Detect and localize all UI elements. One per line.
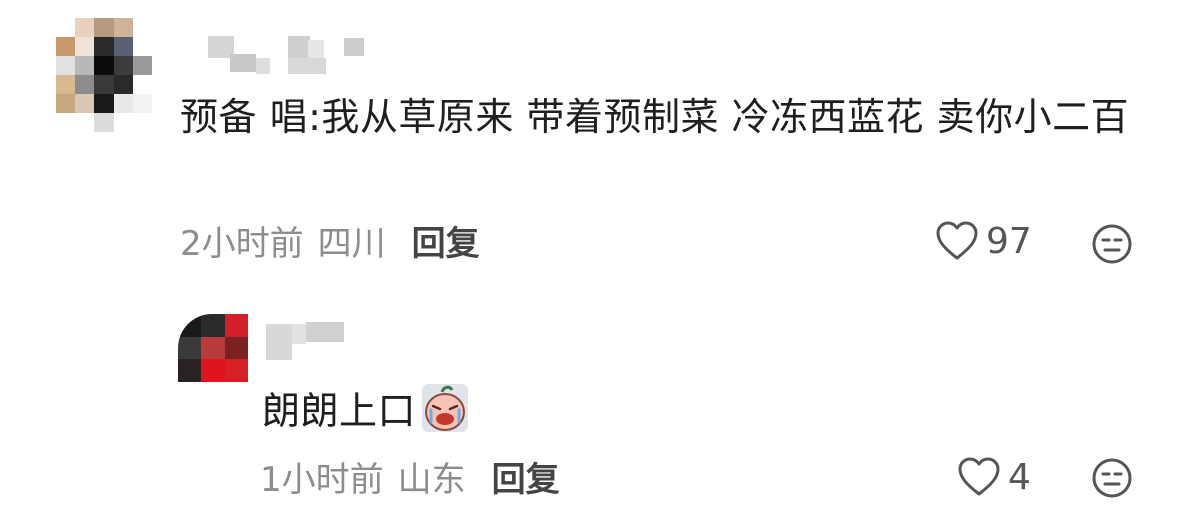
like-button[interactable]: 4 — [956, 456, 1031, 498]
avatar-pixel — [113, 37, 133, 56]
avatar-pixel — [56, 37, 76, 56]
comment-text: 朗朗上口 — [262, 384, 469, 442]
comment-time: 2小时前 — [180, 224, 304, 264]
avatar-pixel — [56, 94, 76, 113]
avatar-pixel — [224, 336, 248, 360]
avatar[interactable] — [56, 18, 152, 132]
avatar-pixel — [132, 94, 152, 113]
avatar-pixel — [224, 359, 248, 382]
username-blurred[interactable] — [266, 322, 346, 360]
comment-location: 四川 — [317, 224, 386, 264]
avatar-pixel — [56, 18, 76, 37]
avatar-pixel — [113, 56, 133, 75]
avatar-pixel — [75, 18, 95, 37]
crying-face-sticker-icon — [422, 384, 469, 442]
avatar-pixel — [94, 37, 114, 56]
avatar-pixel — [56, 113, 76, 132]
avatar-pixel — [56, 56, 76, 75]
like-count: 4 — [1008, 456, 1031, 498]
avatar-pixel — [201, 359, 225, 382]
reply-button[interactable]: 回复 — [412, 224, 480, 264]
avatar-pixel — [75, 56, 95, 75]
avatar-pixel — [132, 56, 152, 75]
heart-outline-icon — [958, 457, 1000, 496]
comment-time: 1小时前 — [260, 460, 384, 500]
reply-button[interactable]: 回复 — [492, 460, 560, 500]
avatar-pixel — [201, 314, 225, 337]
comment-meta: 1小时前 山东 回复 — [260, 460, 560, 500]
avatar-pixel — [113, 94, 133, 113]
avatar-pixel — [75, 75, 95, 94]
avatar-pixel — [113, 75, 133, 94]
avatar-pixel — [75, 113, 95, 132]
username-blurred[interactable] — [208, 36, 364, 78]
comment-text: 预备 唱:我从草原来 带着预制菜 冷冻西蓝花 卖你小二百 — [180, 95, 1130, 139]
comment-location: 山东 — [397, 460, 466, 500]
avatar-pixel — [94, 18, 114, 37]
avatar-pixel — [94, 75, 114, 94]
like-button[interactable]: 97 — [934, 220, 1032, 262]
avatar-pixel — [132, 113, 152, 132]
avatar-pixel — [94, 56, 114, 75]
avatar-pixel — [132, 18, 152, 37]
avatar-pixel — [224, 314, 248, 337]
avatar-pixel — [178, 314, 202, 337]
emoji-face-icon[interactable] — [1090, 222, 1134, 270]
emoji-face-icon[interactable] — [1090, 456, 1134, 504]
heart-outline-icon — [936, 221, 978, 260]
avatar-pixel — [113, 18, 133, 37]
avatar-pixel — [132, 75, 152, 94]
avatar[interactable] — [178, 314, 248, 382]
comment-text-body: 朗朗上口 — [262, 389, 417, 433]
avatar-pixel — [94, 113, 114, 132]
avatar-pixel — [132, 37, 152, 56]
avatar-pixel — [178, 336, 202, 360]
avatar-pixel — [201, 336, 225, 360]
avatar-pixel — [56, 75, 76, 94]
avatar-pixel — [94, 94, 114, 113]
comment-meta: 2小时前 四川 回复 — [180, 224, 480, 264]
avatar-pixel — [75, 37, 95, 56]
like-count: 97 — [986, 220, 1032, 262]
avatar-pixel — [113, 113, 133, 132]
avatar-pixel — [75, 94, 95, 113]
avatar-pixel — [178, 359, 202, 382]
